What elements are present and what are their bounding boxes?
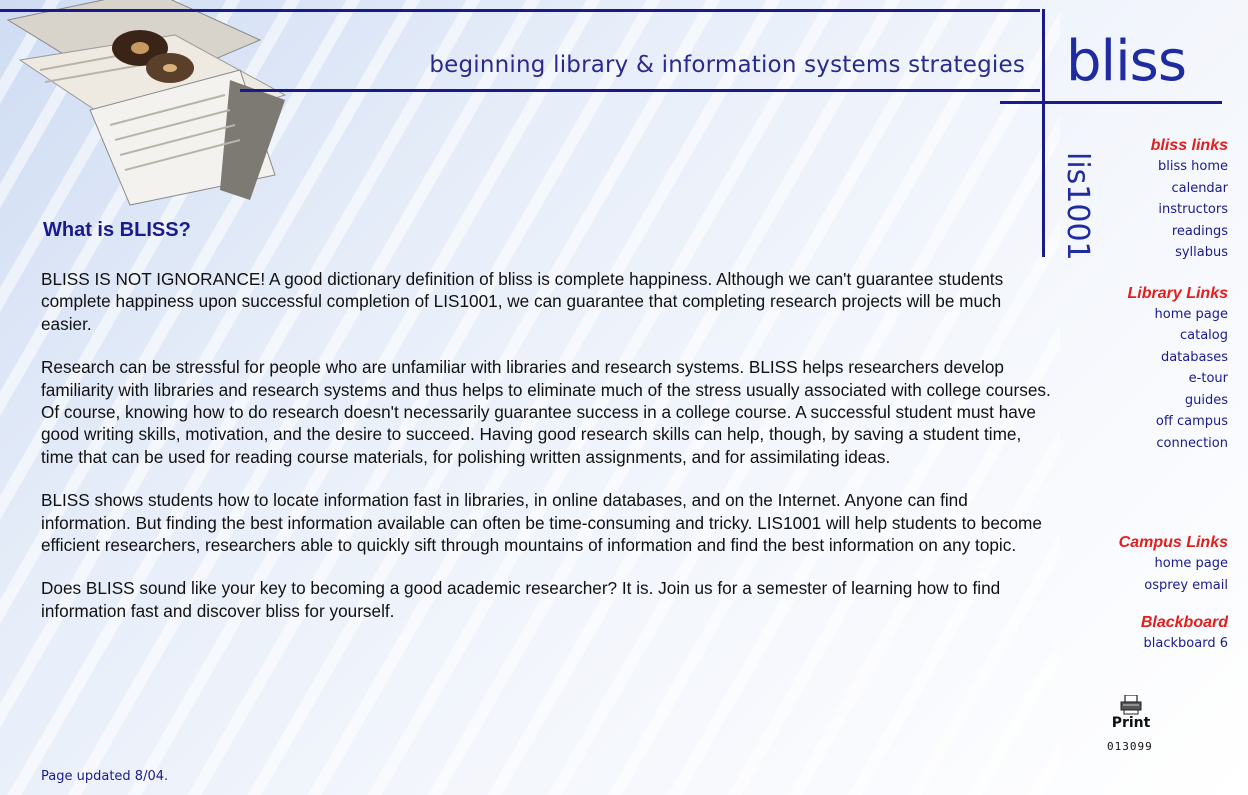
print-button[interactable]: Print xyxy=(1106,695,1156,731)
sidebar-link-databases[interactable]: databases xyxy=(1080,347,1228,369)
print-label: Print xyxy=(1111,715,1151,731)
bliss-logo: bliss xyxy=(1066,29,1187,94)
printer-icon xyxy=(1120,695,1142,715)
intro-paragraph: BLISS IS NOT IGNORANCE! A good dictionar… xyxy=(41,269,1004,334)
sidebar-link-campus-home[interactable]: home page xyxy=(1080,553,1228,575)
campus-links-group: Campus Links home page osprey email xyxy=(1080,533,1228,596)
logo-cross-rule xyxy=(1000,101,1222,104)
sidebar-link-e-tour[interactable]: e-tour xyxy=(1080,368,1228,390)
library-links-heading: Library Links xyxy=(1127,284,1228,302)
logo-vertical-rule xyxy=(1042,9,1045,257)
sidebar-link-connection[interactable]: connection xyxy=(1080,433,1228,455)
library-links-group: Library Links home page catalog database… xyxy=(1080,284,1228,455)
top-rule xyxy=(0,9,1040,12)
page-updated-note: Page updated 8/04. xyxy=(41,769,169,784)
header-rule xyxy=(240,89,1040,92)
sidebar-link-instructors[interactable]: instructors xyxy=(1080,199,1228,221)
sidebar-link-blackboard-6[interactable]: blackboard 6 xyxy=(1080,633,1228,655)
page-title: What is BLISS? xyxy=(43,219,191,241)
research-paragraph: Research can be stressful for people who… xyxy=(41,357,1051,467)
hit-counter: 013099 xyxy=(1107,740,1153,753)
closing-paragraph: Does BLISS sound like your key to becomi… xyxy=(41,578,1001,621)
sidebar-link-library-home[interactable]: home page xyxy=(1080,304,1228,326)
sidebar-link-guides[interactable]: guides xyxy=(1080,390,1228,412)
bliss-links-heading: bliss links xyxy=(1150,137,1228,154)
sidebar-link-readings[interactable]: readings xyxy=(1080,221,1228,243)
page-background: beginning library & information systems … xyxy=(0,0,1248,795)
campus-links-heading: Campus Links xyxy=(1118,534,1228,551)
sidebar-link-syllabus[interactable]: syllabus xyxy=(1080,242,1228,264)
main-content: BLISS IS NOT IGNORANCE! A good dictionar… xyxy=(41,268,1056,643)
sidebar-link-osprey-email[interactable]: osprey email xyxy=(1080,575,1228,597)
locate-information-paragraph: BLISS shows students how to locate infor… xyxy=(41,490,1042,556)
sidebar-nav: bliss links bliss home calendar instruct… xyxy=(1080,136,1228,655)
sidebar-link-calendar[interactable]: calendar xyxy=(1080,178,1228,200)
blackboard-group: Blackboard blackboard 6 xyxy=(1080,613,1228,655)
bliss-links-group: bliss links bliss home calendar instruct… xyxy=(1080,136,1228,264)
site-tagline: beginning library & information systems … xyxy=(429,52,1025,78)
sidebar-link-catalog[interactable]: catalog xyxy=(1080,325,1228,347)
blackboard-heading: Blackboard xyxy=(1140,614,1228,631)
sidebar-link-off-campus[interactable]: off campus xyxy=(1080,411,1228,433)
sidebar-link-bliss-home[interactable]: bliss home xyxy=(1080,156,1228,178)
books-photo xyxy=(0,0,290,215)
